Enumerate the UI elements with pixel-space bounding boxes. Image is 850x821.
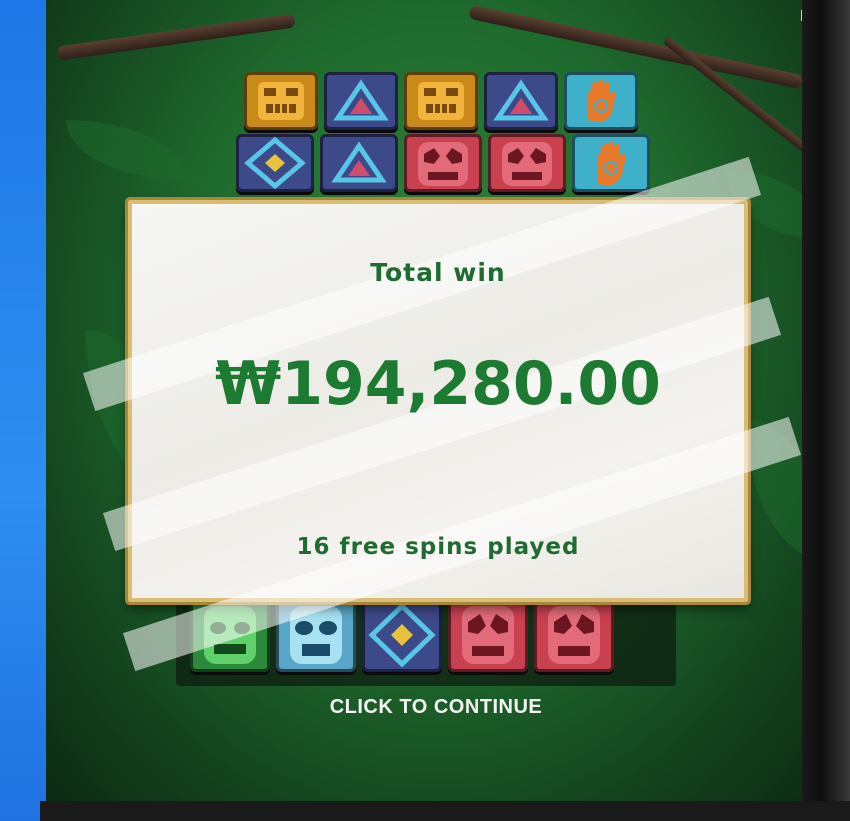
hand-icon: [572, 134, 650, 192]
red-mask-icon: [404, 134, 482, 192]
gold-totem-icon: [244, 72, 318, 130]
total-win-label: Total win: [370, 258, 506, 287]
blue-diamond-icon: [362, 598, 442, 672]
game-screen[interactable]: H: [46, 0, 826, 804]
foliage-leaf: [66, 120, 186, 180]
blue-triangle-icon: [320, 134, 398, 192]
blue-triangle-icon: [324, 72, 398, 130]
red-mask-icon: [448, 598, 528, 672]
monitor-bezel: [802, 0, 850, 821]
gold-totem-icon: [404, 72, 478, 130]
click-to-continue-button[interactable]: CLICK TO CONTINUE: [46, 696, 826, 719]
blue-triangle-icon: [484, 72, 558, 130]
red-mask-icon: [534, 598, 614, 672]
jungle-vine: [662, 35, 810, 154]
blue-diamond-icon: [236, 134, 314, 192]
red-mask-icon: [488, 134, 566, 192]
jungle-vine: [56, 13, 296, 61]
total-win-amount: ₩194,280.00: [215, 349, 661, 419]
hand-icon: [564, 72, 638, 130]
total-win-popup[interactable]: Total win ₩194,280.00 16 free spins play…: [82, 156, 802, 672]
reel-row-second: [236, 134, 650, 192]
free-spins-summary: 16 free spins played: [296, 534, 580, 560]
monitor-bezel-bottom: [40, 801, 850, 821]
reel-row-top: [244, 72, 638, 130]
